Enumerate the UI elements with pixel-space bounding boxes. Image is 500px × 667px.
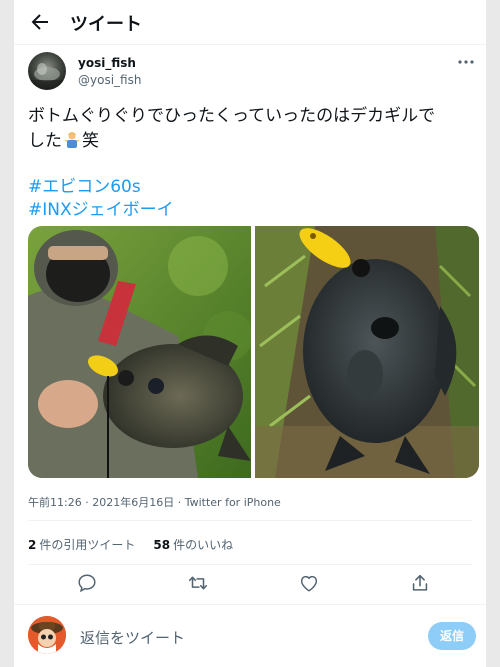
author-avatar[interactable] <box>28 52 66 90</box>
tweet-source[interactable]: Twitter for iPhone <box>185 496 281 509</box>
tweet-time[interactable]: 午前11:26 <box>28 496 82 509</box>
person-shrugging-emoji-icon <box>64 132 80 148</box>
author-display-name[interactable]: yosi_fish <box>78 56 136 70</box>
quote-tweets-link[interactable]: 2 件の引用ツイート <box>28 538 135 552</box>
quote-count: 2 <box>28 538 37 552</box>
more-options-icon[interactable] <box>456 55 476 69</box>
hashtag-link-2[interactable]: #INXジェイボーイ <box>28 195 174 220</box>
avatar-character-image <box>28 616 66 654</box>
tweet-text-line-2: した 笑 <box>28 129 478 154</box>
like-count: 58 <box>153 538 171 552</box>
tweet-date[interactable]: 2021年6月16日 <box>92 496 174 509</box>
tweet-stats: 2 件の引用ツイート 58 件のいいね <box>28 536 233 553</box>
header: ツイート <box>14 0 486 44</box>
meta-separator: · <box>81 496 93 509</box>
hashtag-link-1[interactable]: #エビコン60s <box>28 172 141 197</box>
tweet-card: ツイート yosi_fish @yosi_fish ボトムぐりぐりでひったくって… <box>14 0 486 667</box>
photo-bluegill-on-grass[interactable] <box>255 226 479 478</box>
quote-label: 件の引用ツイート <box>39 538 136 552</box>
retweet-icon[interactable] <box>187 572 209 594</box>
reply-input[interactable]: 返信をツイート <box>80 627 185 648</box>
tweet-text: ボトムぐりぐりでひったくっていったのはデカギルで した 笑 <box>28 104 478 154</box>
like-label: 件のいいね <box>173 538 234 552</box>
photo-angler-holding-bluegill[interactable] <box>28 226 251 478</box>
share-icon[interactable] <box>409 572 431 594</box>
page-title: ツイート <box>70 14 142 35</box>
divider <box>28 564 472 565</box>
back-arrow-icon[interactable] <box>28 10 52 34</box>
likes-link[interactable]: 58 件のいいね <box>153 538 233 552</box>
author-handle[interactable]: @yosi_fish <box>78 73 141 87</box>
header-divider <box>14 44 486 45</box>
avatar-fish-image <box>28 63 66 90</box>
tweet-text-line-2-end: 笑 <box>82 131 99 151</box>
user-avatar[interactable] <box>28 616 66 654</box>
meta-separator-2: · <box>174 496 185 509</box>
reply-button[interactable]: 返信 <box>428 622 476 650</box>
divider <box>28 520 472 521</box>
tweet-text-line-1: ボトムぐりぐりでひったくっていったのはデカギルで <box>28 106 436 126</box>
divider <box>14 604 486 605</box>
tweet-meta: 午前11:26 · 2021年6月16日 · Twitter for iPhon… <box>28 494 281 510</box>
like-icon[interactable] <box>298 572 320 594</box>
reply-icon[interactable] <box>76 572 98 594</box>
tweet-text-line-2-start: した <box>28 131 62 151</box>
